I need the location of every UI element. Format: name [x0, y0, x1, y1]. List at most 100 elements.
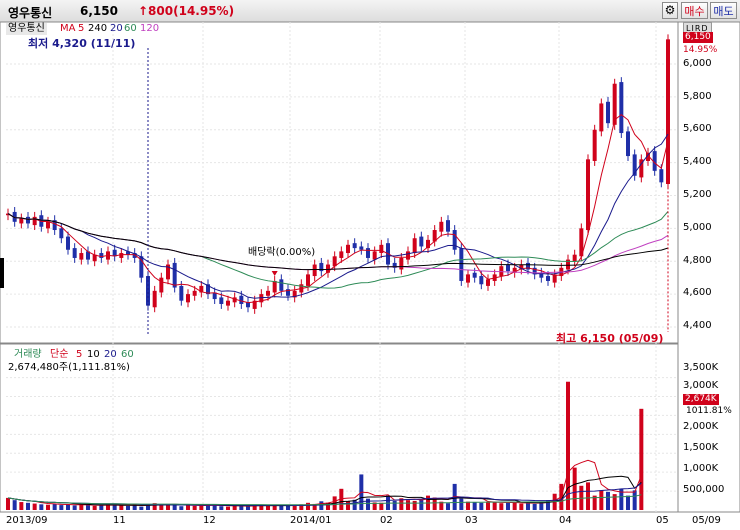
volume-bar: [419, 499, 424, 510]
candle-body: [506, 264, 510, 272]
volume-bar: [112, 505, 117, 510]
x-label-04: 04: [559, 515, 572, 526]
vma60-legend: 60: [121, 349, 134, 360]
y-tick-5200: 5,200: [683, 189, 712, 200]
candle-body: [79, 253, 84, 260]
candle-body: [226, 300, 230, 306]
volume-bar: [479, 502, 484, 510]
volume-bar: [232, 505, 237, 510]
volume-bar: [599, 490, 604, 510]
volume-bar: [59, 505, 64, 510]
candle-body: [592, 129, 597, 161]
x-label-02: 02: [380, 515, 393, 526]
candle-body: [352, 243, 357, 249]
volume-bar: [126, 505, 130, 510]
y-tick-5400: 5,400: [683, 156, 712, 167]
candle-body: [339, 251, 344, 258]
candle-body: [19, 218, 24, 224]
candle-body: [32, 216, 37, 226]
candle-body: [152, 290, 157, 308]
volume-bar: [406, 500, 410, 510]
volume-bar: [459, 498, 464, 510]
volume-bar: [12, 500, 17, 510]
volume-legend-mode: 단순: [50, 349, 69, 360]
volume-bar: [499, 503, 504, 510]
candle-body: [46, 221, 50, 229]
volume-pct-tag: 1011.81%: [686, 406, 732, 416]
volume-bar: [72, 505, 77, 510]
price-tag: 6,150: [683, 32, 713, 43]
ma5-legend: 5: [78, 23, 85, 34]
candle-body: [479, 276, 484, 285]
y-tick-5000: 5,000: [683, 222, 712, 233]
volume-bar: [606, 491, 610, 510]
volume-bar: [306, 502, 310, 510]
volume-bar: [572, 467, 577, 510]
x-label-12: 12: [203, 515, 216, 526]
volume-bar: [19, 502, 24, 510]
candle-body: [119, 253, 124, 258]
candle-body: [626, 131, 630, 157]
volume-bar: [92, 505, 97, 510]
volume-bar: [179, 506, 184, 510]
ma-legend-label: MA: [60, 23, 76, 34]
chart-canvas[interactable]: [0, 0, 740, 530]
volume-bar: [119, 505, 124, 510]
candle-body: [466, 274, 470, 283]
price-legend-name: 영우통신: [6, 23, 47, 35]
volume-bar: [519, 503, 524, 510]
y-tick-5800: 5,800: [683, 91, 712, 102]
x-label-11: 11: [113, 515, 126, 526]
volume-bar: [446, 503, 450, 510]
candle-body: [459, 248, 464, 281]
volume-bar: [632, 490, 637, 510]
price-pct-tag: 14.95%: [683, 45, 718, 55]
volume-bar: [39, 504, 44, 510]
candle-body: [452, 230, 457, 250]
volume-bar: [512, 502, 517, 510]
volume-bar: [192, 505, 197, 510]
vol-tick-3500k: 3,500K: [683, 362, 719, 373]
candle-body: [412, 238, 417, 254]
candle-body: [312, 264, 317, 277]
vma5-legend: 5: [76, 349, 83, 360]
volume-bar: [526, 502, 530, 510]
candle-body: [606, 101, 610, 124]
candle-body: [366, 248, 370, 258]
y-tick-4600: 4,600: [683, 287, 712, 298]
volume-bar: [246, 506, 250, 510]
volume-bar: [46, 504, 50, 510]
x-label-05-09: 05/09: [692, 515, 721, 526]
vma10-legend: 10: [87, 349, 100, 360]
candle-body: [72, 248, 77, 258]
volume-bar: [86, 505, 90, 510]
candle-body: [572, 254, 577, 262]
candle-body: [359, 246, 364, 250]
candle-body: [499, 266, 504, 277]
volume-bar: [186, 505, 190, 510]
volume-bar: [626, 495, 630, 510]
volume-bar: [172, 505, 177, 510]
candle-body: [659, 169, 664, 183]
volume-bar: [66, 504, 70, 510]
volume-bar: [286, 505, 290, 510]
x-label-05: 05: [656, 515, 669, 526]
volume-bar: [412, 500, 417, 510]
volume-bar: [52, 503, 57, 510]
candle-body: [372, 251, 377, 260]
volume-bar: [99, 505, 104, 510]
low-price-note: 최저 4,320 (11/11): [28, 37, 136, 50]
candle-body: [239, 295, 244, 304]
volume-bar: [219, 506, 224, 510]
candle-body: [306, 274, 310, 286]
volume-bar: [26, 502, 30, 510]
candle-body: [159, 277, 164, 293]
candle-body: [186, 294, 190, 303]
ma60-legend: 60: [124, 23, 137, 34]
vol-tick-500k: 500,000: [683, 484, 725, 495]
y-tick-4800: 4,800: [683, 255, 712, 266]
candle-body: [546, 276, 550, 281]
volume-bar: [346, 501, 350, 510]
price-pane-frame: [0, 21, 679, 344]
dividend-note: 배당락(0.00%): [248, 247, 316, 258]
